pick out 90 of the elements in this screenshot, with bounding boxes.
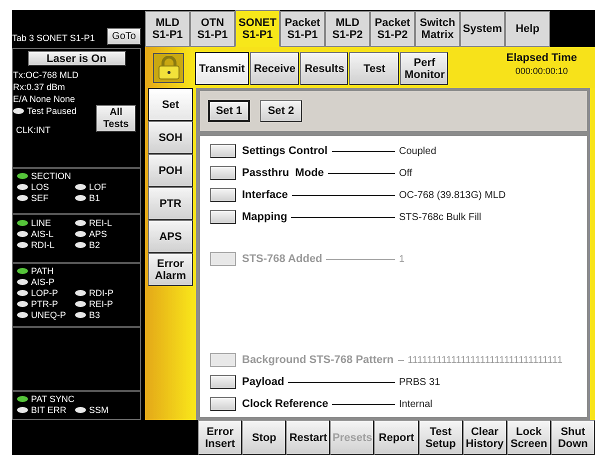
led-label: B2 (89, 240, 100, 250)
setting-label: Interface (242, 189, 288, 201)
view-tab[interactable]: Transmit (195, 52, 249, 85)
lock-button[interactable] (153, 53, 184, 83)
leader-line (332, 150, 395, 152)
elapsed-time-value: 000:00:00:10 (515, 66, 568, 76)
setting-label: Mapping (242, 211, 288, 223)
tx-status: Tx:OC-768 MLD (13, 69, 80, 81)
led-label: RDI-L (31, 240, 55, 250)
led-label: PAT SYNC (31, 394, 75, 404)
action-button[interactable]: Lock Screen (506, 420, 551, 455)
setting-label: Background STS-768 Pattern (242, 354, 394, 366)
leader-line (328, 172, 395, 174)
led-label: RDI-P (89, 288, 114, 298)
clock-status: CLK:INT (15, 124, 52, 136)
set-button[interactable]: Set 2 (260, 100, 302, 122)
setting-label: Passthru Mode (242, 167, 324, 179)
leader-line (326, 258, 395, 260)
port-tab[interactable]: OTN S1-P1 (190, 11, 235, 47)
led-label: LOP-P (31, 288, 58, 298)
led-label: LOS (31, 182, 50, 192)
section-tab[interactable]: Set (148, 88, 193, 121)
action-button[interactable]: Clear History (462, 420, 507, 455)
section-tab[interactable]: PTR (148, 187, 193, 220)
led-label: UNEQ-P (31, 310, 66, 320)
setting-value: 11111111111111111111111111111111 (408, 354, 563, 366)
elapsed-time-label: Elapsed Time (506, 52, 577, 64)
port-tab[interactable]: SONET S1-P1 (235, 10, 280, 47)
set-button[interactable]: Set 1 (208, 100, 250, 122)
led-label: B1 (89, 193, 100, 204)
setting-value: PRBS 31 (399, 376, 440, 388)
setting-button[interactable] (210, 166, 236, 180)
led-label: REI-P (89, 299, 114, 310)
view-tab[interactable]: Perf Monitor (400, 52, 448, 85)
port-tab[interactable]: Help (505, 11, 550, 47)
setting-value: Off (399, 168, 412, 178)
setting-button[interactable] (210, 375, 236, 389)
led-label: LINE (31, 218, 52, 228)
goto-button[interactable]: GoTo (107, 28, 141, 45)
led-label: SEF (31, 193, 49, 204)
action-button[interactable]: Restart (286, 420, 330, 455)
led-label: PATH (31, 266, 54, 276)
error-alarm-status: E/A None None (13, 93, 76, 105)
setting-value: OC-768 (39.813G) MLD (399, 190, 506, 200)
view-tab[interactable]: Results (300, 52, 348, 85)
led-label: SSM (89, 405, 109, 416)
led-label: PTR-P (31, 299, 58, 310)
view-tab[interactable]: Test (349, 52, 400, 85)
setting-label: Settings Control (242, 145, 328, 157)
port-tab[interactable]: Packet S1-P1 (280, 11, 325, 47)
action-button[interactable]: Stop (242, 420, 286, 455)
port-label: Tab 3 SONET S1-P1 (12, 33, 95, 45)
port-tab[interactable]: System (460, 11, 505, 47)
led-label: LOF (89, 182, 107, 192)
action-button[interactable]: Error Insert (198, 420, 242, 455)
port-tab[interactable]: Packet S1-P2 (370, 11, 415, 47)
setting-button[interactable] (210, 188, 236, 202)
setting-value: Coupled (399, 146, 436, 156)
led-label: BIT ERR (31, 405, 66, 416)
setting-button[interactable] (210, 397, 236, 411)
led-label: REI-L (89, 218, 112, 228)
setting-value: STS-768c Bulk Fill (399, 212, 482, 222)
all-tests-button[interactable]: All Tests (96, 105, 136, 132)
led-label: B3 (89, 310, 100, 320)
action-button[interactable]: Report (374, 420, 419, 455)
led-label: APS (89, 228, 108, 239)
section-tab[interactable]: APS (148, 220, 193, 253)
section-tab[interactable]: SOH (148, 121, 193, 154)
action-button[interactable]: Shut Down (550, 420, 595, 455)
setting-button[interactable] (210, 144, 236, 158)
setting-button[interactable] (210, 210, 236, 224)
setting-value: Internal (399, 398, 432, 410)
setting-value: 1 (399, 254, 405, 264)
padlock-icon (158, 56, 180, 80)
port-tab[interactable]: Switch Matrix (415, 11, 460, 47)
led-label: AIS-P (31, 277, 55, 288)
action-button[interactable]: Test Setup (418, 420, 463, 455)
section-tab[interactable]: Error Alarm (148, 253, 193, 286)
port-tab[interactable]: MLD S1-P2 (325, 11, 370, 47)
setting-label: Payload (242, 376, 284, 388)
laser-button[interactable]: Laser is On (28, 51, 126, 66)
test-state-label: Test Paused (27, 106, 77, 116)
led-label: AIS-L (31, 228, 54, 239)
section-tab[interactable]: POH (148, 154, 193, 187)
setting-label: STS-768 Added (242, 253, 322, 265)
led-label: SECTION (31, 171, 72, 182)
view-tab[interactable]: Receive (250, 52, 300, 85)
port-tab[interactable]: MLD S1-P1 (145, 11, 190, 47)
setting-label: Clock Reference (242, 398, 328, 410)
rx-status: Rx:0.37 dBm (13, 81, 66, 93)
